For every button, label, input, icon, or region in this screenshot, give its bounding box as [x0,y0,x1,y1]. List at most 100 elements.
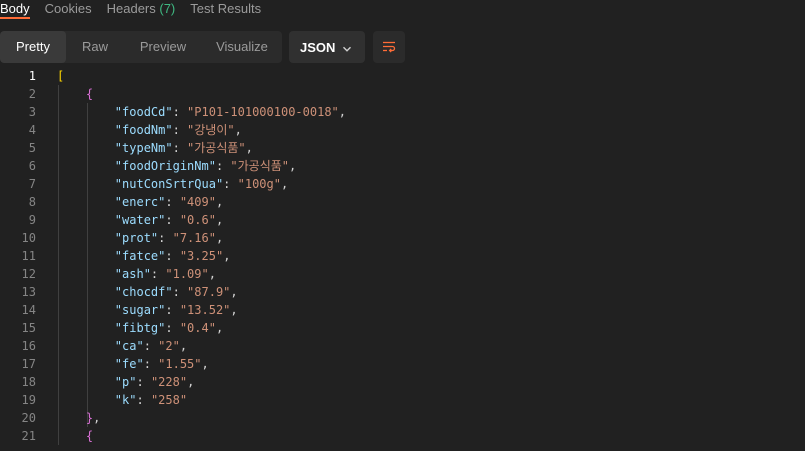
response-tabs: Body Cookies Headers (7) Test Results [0,0,276,16]
view-preview-button[interactable]: Preview [124,31,202,63]
code-line: 20 }, [0,409,805,427]
json-token: { [85,87,94,101]
code-text: "chocdf": "87.9", [57,283,238,301]
code-text: "foodCd": "P101-101000100-0018", [57,103,346,121]
json-token: , [245,141,253,155]
json-key: "water" [114,213,166,227]
code-text: { [57,427,93,445]
json-token: : [165,321,180,335]
json-token: : [165,303,180,317]
json-token: , [215,213,224,227]
json-string: "P101-101000100-0018" [187,105,339,119]
json-string: "3.25" [179,249,224,263]
tab-body[interactable]: Body [0,1,38,16]
code-text: [ [57,67,64,85]
json-string: "강냉이" [187,123,235,137]
wrap-lines-button[interactable] [373,31,405,63]
json-token: { [85,429,94,443]
line-number: 17 [21,357,36,371]
json-key: "fe" [114,357,144,371]
tab-test-results[interactable]: Test Results [190,1,269,16]
line-number: 10 [21,231,36,245]
json-token: : [150,267,166,281]
json-token: , [338,105,346,119]
json-key: "prot" [114,231,159,245]
line-number: 14 [21,303,36,317]
line-number: 12 [21,267,36,281]
code-text: "water": "0.6", [57,211,223,229]
json-key: "k" [114,393,137,407]
json-key: "enerc" [114,195,166,209]
code-line: 16 "ca": "2", [0,337,805,355]
chevron-down-icon [342,42,352,57]
json-key: "foodCd" [114,105,173,119]
tab-cookies[interactable]: Cookies [45,1,100,16]
json-key: "foodOriginNm" [114,159,216,173]
code-text: "k": "258" [57,391,187,409]
line-number: 21 [21,429,36,443]
json-token: : [165,249,180,263]
code-text: }, [57,409,100,427]
format-dropdown-label: JSON [300,39,336,55]
json-token: , [280,177,289,191]
code-text: "ash": "1.09", [57,265,216,283]
code-editor[interactable]: 1[2 {3 "foodCd": "P101-101000100-0018", 4… [0,67,805,451]
json-string: "가공식품" [230,159,290,173]
body-toolbar: Pretty Raw Preview Visualize JSON [0,31,805,63]
json-token: , [179,339,188,353]
line-number: 18 [21,375,36,389]
view-pretty-button[interactable]: Pretty [0,31,66,63]
code-text: "foodNm": "강냉이", [57,121,242,139]
code-line: 12 "ash": "1.09", [0,265,805,283]
view-raw-button[interactable]: Raw [66,31,124,63]
view-visualize-button[interactable]: Visualize [202,31,282,63]
json-token: , [230,285,238,299]
json-key: "fibtg" [114,321,166,335]
json-key: "p" [114,375,137,389]
json-string: "409" [179,195,216,209]
json-string: "0.6" [179,213,216,227]
line-number: 19 [21,393,36,407]
json-token: : [136,393,151,407]
json-token: , [289,159,297,173]
tab-headers[interactable]: Headers (7) [107,1,184,16]
format-dropdown[interactable]: JSON [289,31,365,63]
line-number: 4 [28,123,36,137]
code-line: 17 "fe": "1.55", [0,355,805,373]
code-line: 7 "nutConSrtrQua": "100g", [0,175,805,193]
json-token: [ [57,69,65,83]
response-panel: Body Cookies Headers (7) Test Results Pr… [0,0,805,451]
json-token: : [172,285,188,299]
code-line: 1[ [0,67,805,85]
code-text: "typeNm": "가공식품", [57,139,253,157]
json-token: , [223,249,231,263]
line-number: 15 [21,321,36,335]
json-string: "1.09" [165,267,209,281]
json-token: : [165,213,180,227]
tab-test-results-label: Test Results [190,0,262,16]
code-line: 21 { [0,427,805,445]
json-token: , [201,357,209,371]
json-token: , [215,195,224,209]
json-string: "0.4" [179,321,216,335]
code-line: 15 "fibtg": "0.4", [0,319,805,337]
line-number: 5 [28,141,36,155]
line-number: 8 [28,195,36,209]
json-token: : [143,339,159,353]
code-text: "fibtg": "0.4", [57,319,223,337]
json-token: , [187,375,195,389]
json-token: : [158,231,173,245]
code-line: 4 "foodNm": "강냉이", [0,121,805,139]
code-line: 8 "enerc": "409", [0,193,805,211]
code-text: "fatce": "3.25", [57,247,231,265]
json-string: "100g" [237,177,281,191]
